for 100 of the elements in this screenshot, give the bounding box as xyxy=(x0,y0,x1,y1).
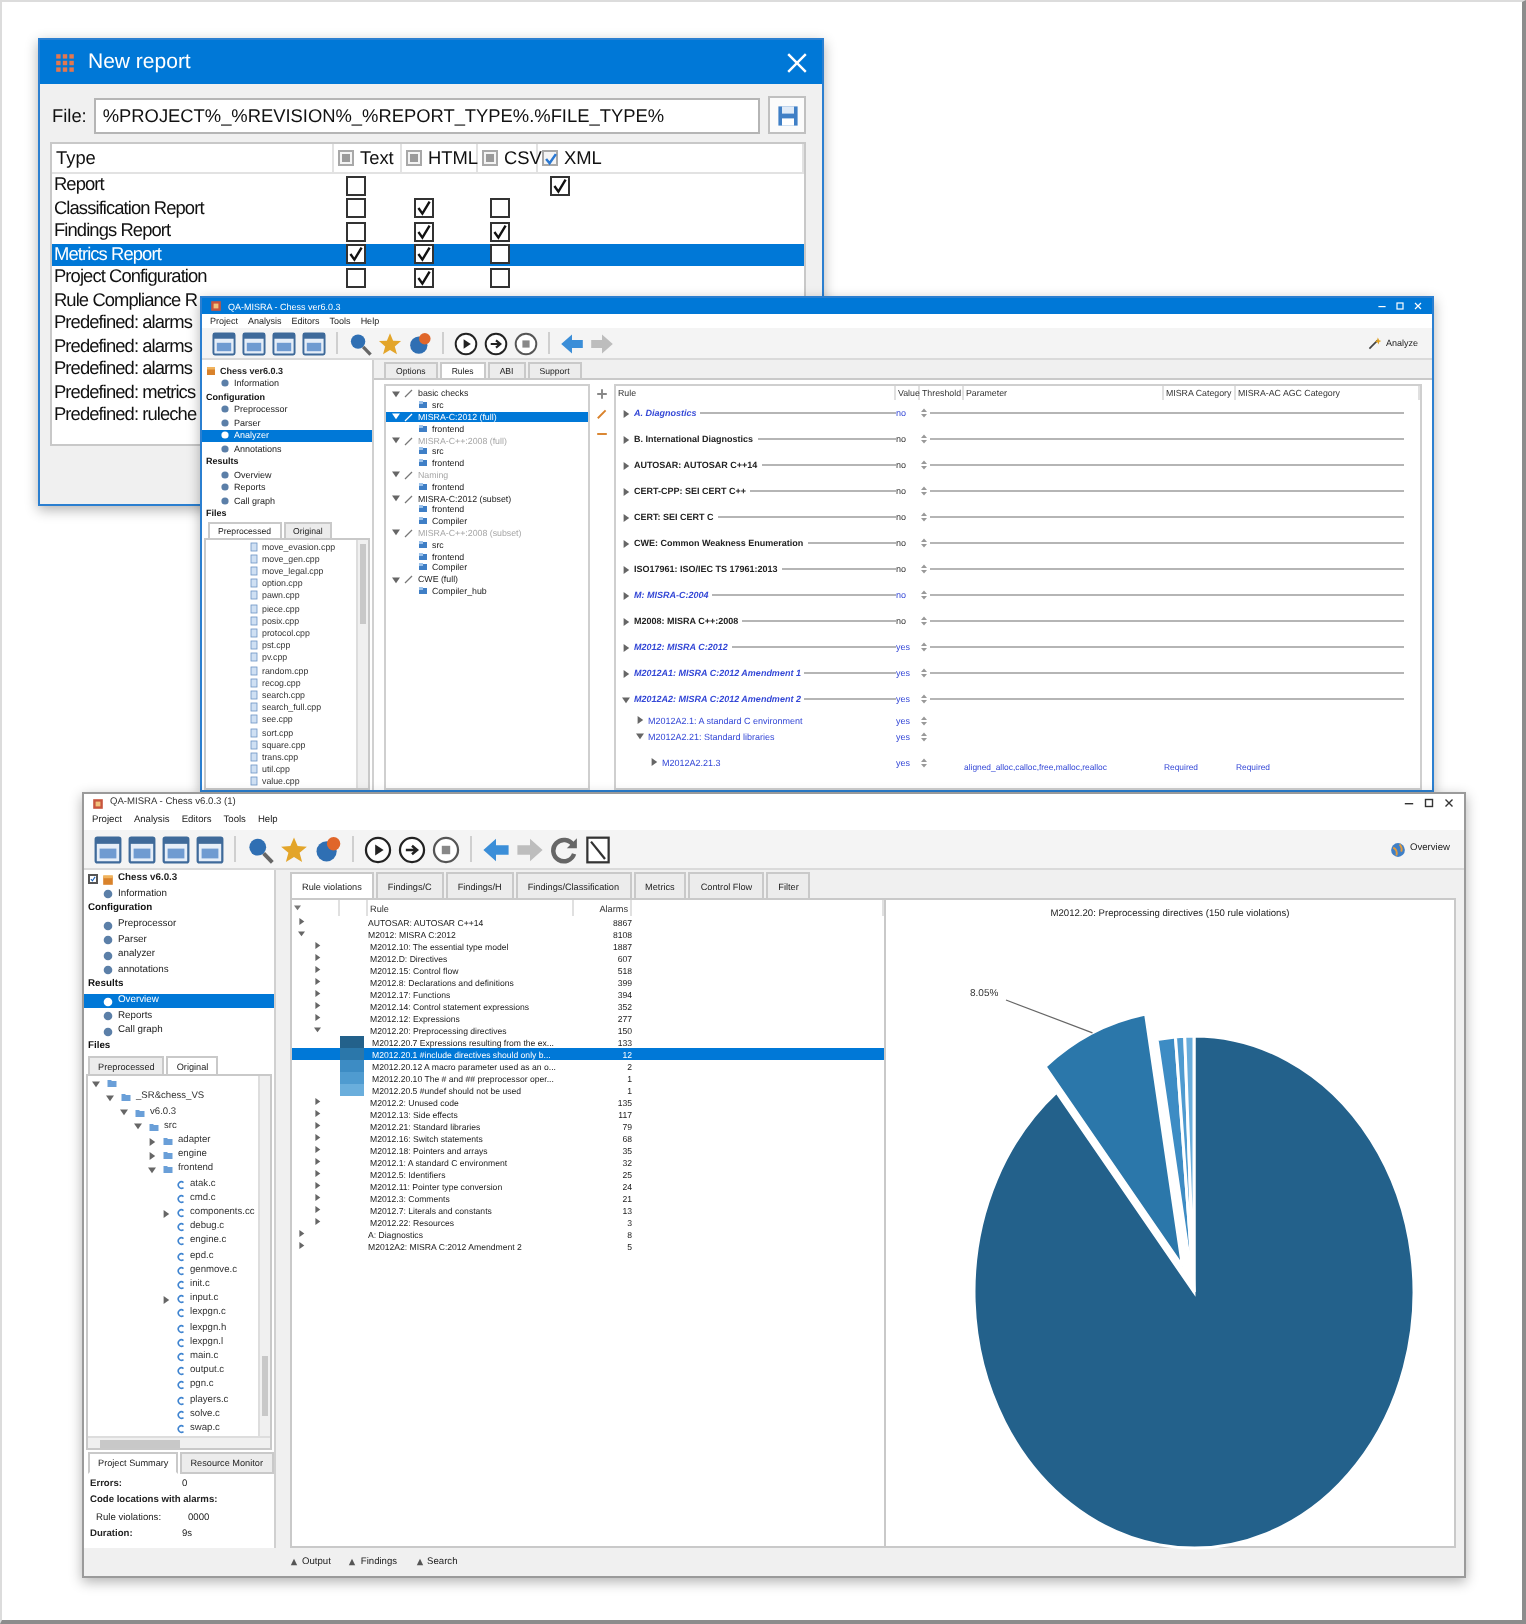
star-icon[interactable] xyxy=(378,331,402,355)
table-row[interactable]: Predefined: metrics xyxy=(52,381,198,404)
spinner-icon[interactable] xyxy=(920,757,928,767)
caret-icon[interactable] xyxy=(314,1122,321,1130)
magnifier-icon[interactable] xyxy=(348,331,372,355)
checkbox[interactable] xyxy=(406,150,422,166)
caret-icon[interactable] xyxy=(162,1295,170,1304)
step-forward-icon[interactable] xyxy=(484,331,508,355)
caret-icon[interactable] xyxy=(162,1209,170,1218)
spinner-icon[interactable] xyxy=(920,434,928,444)
checkbox[interactable] xyxy=(346,267,366,288)
caret-icon[interactable] xyxy=(314,1110,321,1118)
caret-icon[interactable] xyxy=(314,1218,321,1226)
window-icon[interactable] xyxy=(242,331,266,355)
caret-icon[interactable] xyxy=(314,1026,321,1034)
star-icon[interactable] xyxy=(280,835,308,863)
minus-icon[interactable] xyxy=(596,428,608,440)
table-row[interactable]: Classification Report xyxy=(52,197,804,220)
caret-icon[interactable] xyxy=(106,1093,114,1102)
checkbox[interactable] xyxy=(346,244,366,265)
document-icon[interactable] xyxy=(584,835,612,863)
window-icon[interactable] xyxy=(272,331,296,355)
caret-icon[interactable] xyxy=(622,435,630,443)
table-row[interactable]: Report xyxy=(52,174,804,197)
maximize-icon[interactable] xyxy=(1422,796,1436,810)
caret-icon[interactable] xyxy=(120,1108,128,1117)
caret-icon[interactable] xyxy=(392,389,400,398)
caret-icon[interactable] xyxy=(622,409,630,417)
caret-icon[interactable] xyxy=(622,669,630,677)
checkbox[interactable] xyxy=(414,221,434,242)
window-icon[interactable] xyxy=(302,331,326,355)
checkbox[interactable] xyxy=(414,198,434,219)
caret-icon[interactable] xyxy=(314,1158,321,1166)
stop-icon[interactable] xyxy=(514,331,538,355)
caret-icon[interactable] xyxy=(622,643,630,651)
pencil-icon[interactable] xyxy=(596,408,608,420)
caret-icon[interactable] xyxy=(294,904,301,912)
spinner-icon[interactable] xyxy=(920,616,928,626)
caret-icon[interactable] xyxy=(622,487,630,495)
stop-icon[interactable] xyxy=(432,835,460,863)
checkbox[interactable] xyxy=(346,198,366,219)
spinner-icon[interactable] xyxy=(920,460,928,470)
spinner-icon[interactable] xyxy=(920,486,928,496)
step-forward-icon[interactable] xyxy=(398,835,426,863)
save-button[interactable] xyxy=(768,96,806,134)
file-field[interactable]: %PROJECT%_%REVISION%_%REPORT_TYPE%.%FILE_TYPE% xyxy=(94,97,760,133)
window-icon[interactable] xyxy=(196,835,224,863)
spinner-icon[interactable] xyxy=(920,642,928,652)
checkbox[interactable] xyxy=(414,267,434,288)
caret-icon[interactable] xyxy=(314,1098,321,1106)
caret-icon[interactable] xyxy=(298,1242,305,1250)
window-icon[interactable] xyxy=(212,331,236,355)
caret-icon[interactable] xyxy=(314,978,321,986)
badge-icon[interactable] xyxy=(314,835,342,863)
column-header[interactable]: CSV xyxy=(478,144,538,174)
caret-icon[interactable] xyxy=(314,1206,321,1214)
caret-icon[interactable] xyxy=(622,513,630,521)
caret-icon[interactable] xyxy=(314,1194,321,1202)
checkbox[interactable] xyxy=(490,267,510,288)
caret-icon[interactable] xyxy=(314,1134,321,1142)
table-row[interactable]: Metrics Report xyxy=(52,243,804,266)
plus-icon[interactable] xyxy=(596,388,608,400)
checkbox[interactable] xyxy=(346,221,366,242)
badge-icon[interactable] xyxy=(408,331,432,355)
column-header[interactable]: Type xyxy=(52,144,334,174)
table-row[interactable]: Project Configuration xyxy=(52,266,804,289)
caret-icon[interactable] xyxy=(392,494,400,503)
spinner-icon[interactable] xyxy=(920,668,928,678)
checkbox[interactable] xyxy=(414,244,434,265)
table-row[interactable]: Findings Report xyxy=(52,220,804,243)
checkbox[interactable] xyxy=(550,175,570,196)
caret-icon[interactable] xyxy=(314,1182,321,1190)
spinner-icon[interactable] xyxy=(920,694,928,704)
play-icon[interactable] xyxy=(454,331,478,355)
column-header[interactable]: HTML xyxy=(402,144,478,174)
back-arrow-icon[interactable] xyxy=(482,835,510,863)
caret-icon[interactable] xyxy=(636,716,644,724)
checkbox[interactable] xyxy=(542,150,558,166)
caret-icon[interactable] xyxy=(314,942,321,950)
refresh-icon[interactable] xyxy=(550,835,578,863)
caret-icon[interactable] xyxy=(314,1146,321,1154)
caret-icon[interactable] xyxy=(622,565,630,573)
window-icon[interactable] xyxy=(94,835,122,863)
caret-icon[interactable] xyxy=(314,1002,321,1010)
caret-icon[interactable] xyxy=(314,954,321,962)
checkbox[interactable] xyxy=(88,874,98,885)
magnifier-icon[interactable] xyxy=(246,835,274,863)
table-row[interactable]: Predefined: alarms xyxy=(52,312,198,335)
caret-icon[interactable] xyxy=(134,1122,142,1131)
caret-icon[interactable] xyxy=(298,930,305,938)
caret-icon[interactable] xyxy=(622,461,630,469)
caret-icon[interactable] xyxy=(622,695,630,703)
table-row[interactable]: Rule Compliance R xyxy=(52,289,198,312)
caret-icon[interactable] xyxy=(148,1151,156,1160)
checkbox[interactable] xyxy=(490,198,510,219)
checkbox[interactable] xyxy=(482,150,498,166)
spinner-icon[interactable] xyxy=(920,512,928,522)
table-row[interactable]: Predefined: alarms xyxy=(52,335,198,358)
caret-icon[interactable] xyxy=(92,1079,100,1088)
table-row[interactable]: Predefined: ruleche xyxy=(52,404,198,427)
